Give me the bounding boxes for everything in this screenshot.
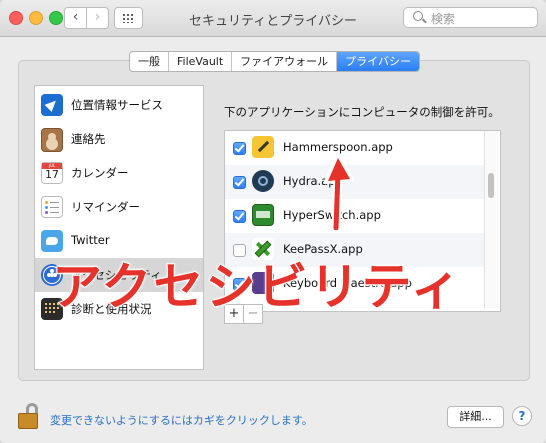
privacy-sidebar: 位置情報サービス 連絡先 JUL 17 カレンダー リマインダー Twitter… [34,85,204,370]
tab-general[interactable]: 一般 [130,52,169,71]
search-placeholder: 検索 [431,12,456,26]
sidebar-item-label: リマインダー [71,200,140,214]
contacts-icon [41,128,63,152]
preferences-window: ‹ › セキュリティとプライバシー 検索 一般 FileVault ファイアウォ… [0,0,546,443]
sidebar-item-reminders[interactable]: リマインダー [35,190,203,224]
tab-bar: 一般 FileVault ファイアウォール プライバシー [129,51,420,72]
sidebar-item-contacts[interactable]: 連絡先 [35,122,203,156]
sidebar-item-label: 位置情報サービス [71,98,163,112]
hydra-icon [252,170,274,192]
annotation-arrow [324,152,354,230]
tab-privacy[interactable]: プライバシー [337,52,419,71]
app-checkbox[interactable] [233,210,246,223]
app-checkbox[interactable] [233,176,246,189]
hammerspoon-icon [252,136,274,158]
permission-heading: 下のアプリケーションにコンピュータの制御を許可。 [224,105,500,119]
sidebar-item-label: 連絡先 [71,132,106,146]
reminders-icon [41,196,63,218]
sidebar-item-label: カレンダー [71,166,129,180]
location-icon [41,94,63,116]
tab-filevault[interactable]: FileVault [169,52,233,71]
hyperswitch-icon [252,204,274,226]
sidebar-item-calendar[interactable]: JUL 17 カレンダー [35,156,203,190]
tab-firewall[interactable]: ファイアウォール [232,52,338,71]
sidebar-item-label: Twitter [71,233,110,247]
lock-icon[interactable] [18,403,40,429]
calendar-icon: JUL 17 [41,162,63,184]
app-checkbox[interactable] [233,142,246,155]
help-button[interactable]: ? [512,406,532,426]
sidebar-item-location[interactable]: 位置情報サービス [35,88,203,122]
scrollbar-track[interactable] [484,131,499,309]
scrollbar-thumb[interactable] [488,173,494,198]
advanced-button[interactable]: 詳細... [447,406,504,428]
search-icon [413,11,423,21]
lock-hint-text: 変更できないようにするにはカギをクリックします。 [50,414,313,427]
title-bar: ‹ › セキュリティとプライバシー 検索 [0,0,546,37]
annotation-caption: アクセシビリティ [51,257,463,317]
search-field[interactable]: 検索 [403,7,538,28]
